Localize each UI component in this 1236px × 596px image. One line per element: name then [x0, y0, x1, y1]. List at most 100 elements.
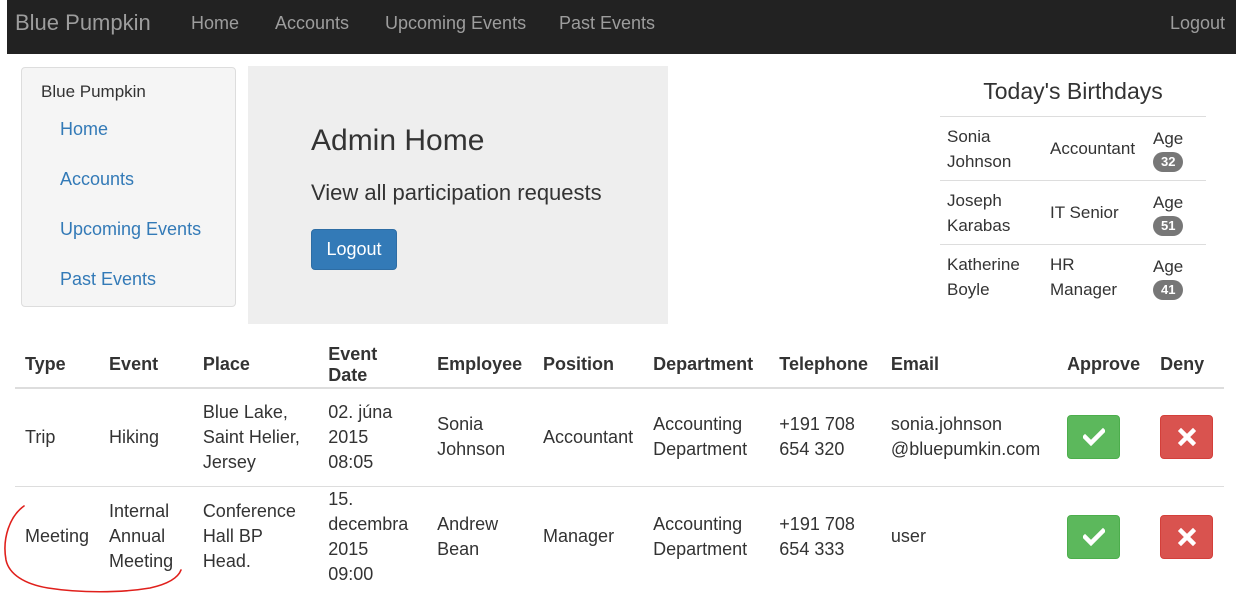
age-label: Age — [1153, 256, 1184, 276]
cell-employee: Andrew Bean — [427, 486, 533, 587]
birthday-position-line: Accountant — [1050, 139, 1136, 158]
birthday-name-line: Johnson — [947, 151, 1012, 171]
sidebar-item-home[interactable]: Home — [60, 119, 108, 140]
age-badge: 32 — [1153, 151, 1184, 172]
cell-line: decembra — [328, 513, 409, 534]
birthday-position-line: IT Senior — [1050, 203, 1119, 222]
cell-approve — [1057, 388, 1151, 487]
cell-line: 2015 08:05 — [328, 426, 374, 472]
age-badge: 51 — [1153, 215, 1184, 236]
check-icon — [1082, 527, 1105, 546]
birthdays-table: Sonia Johnson Accountant Age 32 Joseph Karabas… — [940, 116, 1206, 309]
deny-button[interactable] — [1160, 415, 1214, 460]
page-title: Admin Home — [311, 124, 485, 157]
cell-line: Saint Helier, — [202, 426, 300, 447]
column-header: Event — [99, 342, 193, 389]
cell-line: Jersey — [202, 451, 256, 472]
cell-place: Blue Lake, Saint Helier, Jersey — [192, 388, 319, 487]
cell-email: user — [881, 486, 1057, 587]
age-badge-wrap: 41 — [1153, 279, 1199, 300]
cell-line: Trip — [25, 426, 56, 447]
top-navbar: Blue Pumpkin Home Accounts Upcoming Even… — [7, 0, 1236, 54]
birthday-position: IT Senior — [1043, 180, 1146, 245]
age-badge-wrap: 51 — [1153, 215, 1199, 236]
table-row: Trip Hiking Blue Lake, Saint Helier, Jersey 0… — [15, 388, 1224, 487]
birthday-position: Accountant — [1043, 116, 1146, 181]
sidebar-item-upcoming-events[interactable]: Upcoming Events — [60, 219, 201, 240]
x-icon — [1177, 527, 1196, 546]
cell-telephone: +191 708 654 320 — [769, 388, 881, 487]
cell-deny — [1150, 486, 1224, 587]
cell-line: Sonia — [437, 414, 484, 435]
column-header: Telephone — [769, 342, 881, 389]
birthday-position-line: Manager — [1050, 279, 1118, 299]
birthday-name-line: Karabas — [947, 215, 1011, 235]
nav-home[interactable]: Home — [191, 13, 239, 34]
cell-line: Department — [653, 439, 748, 460]
cell-line: Manager — [543, 526, 615, 546]
cell-line: @bluepumkin.com — [890, 439, 1041, 460]
cell-line: Accounting — [653, 414, 743, 435]
sidebar-item-past-events[interactable]: Past Events — [60, 269, 156, 290]
nav-accounts[interactable]: Accounts — [275, 13, 349, 34]
cell-place: Conference Hall BP Head. — [193, 486, 318, 587]
cell-line: Johnson — [437, 439, 506, 460]
birthday-name: Joseph Karabas — [940, 180, 1043, 245]
cell-telephone: +191 708 654 333 — [769, 486, 881, 587]
cell-line: Accounting — [653, 513, 743, 534]
cell-line: Conference — [202, 501, 296, 521]
cell-position: Accountant — [533, 388, 644, 487]
birthday-name-line: Sonia — [947, 126, 991, 146]
cell-line: Hall BP — [202, 526, 263, 546]
cell-line: Andrew — [437, 513, 499, 534]
cell-line: Blue Lake, — [202, 401, 288, 422]
admin-jumbotron: Admin Home View all participation reques… — [248, 66, 668, 324]
cell-line: Bean — [437, 538, 480, 559]
birthday-name-line: Joseph — [947, 190, 1002, 210]
logout-button[interactable]: Logout — [311, 229, 397, 270]
approve-button[interactable] — [1067, 514, 1121, 559]
birthday-name: Katherine Boyle — [940, 244, 1043, 309]
cell-position: Manager — [533, 486, 643, 587]
cell-employee: Sonia Johnson — [427, 388, 534, 487]
column-header: Type — [15, 342, 100, 389]
nav-past-events[interactable]: Past Events — [559, 13, 655, 34]
age-label: Age — [1153, 192, 1184, 212]
birthday-position-line: HR — [1050, 254, 1075, 274]
cell-event: Hiking — [99, 388, 193, 487]
x-icon — [1177, 428, 1196, 447]
birthday-age: Age 51 — [1146, 180, 1206, 245]
cell-line: 654 320 — [779, 439, 845, 460]
approve-button[interactable] — [1067, 415, 1121, 460]
sidebar: Blue Pumpkin Home Accounts Upcoming Even… — [21, 67, 236, 307]
nav-logout[interactable]: Logout — [1170, 13, 1225, 34]
sidebar-item-accounts[interactable]: Accounts — [60, 169, 134, 190]
birthday-row: Katherine Boyle HR Manager Age 41 — [940, 244, 1206, 309]
column-header: Employee — [427, 342, 534, 389]
navbar-brand[interactable]: Blue Pumpkin — [15, 10, 151, 36]
nav-upcoming-events[interactable]: Upcoming Events — [385, 13, 526, 34]
cell-line: 2015 09:00 — [328, 538, 374, 584]
birthday-position: HR Manager — [1043, 244, 1146, 309]
cell-line: Accountant — [543, 426, 634, 447]
cell-approve — [1057, 486, 1150, 587]
birthday-age: Age 41 — [1146, 244, 1206, 309]
birthday-name-line: Boyle — [947, 279, 990, 299]
cell-date: 02. júna 2015 08:05 — [318, 388, 428, 487]
cell-line: 654 333 — [779, 538, 845, 559]
column-header: Place — [192, 342, 319, 389]
deny-button[interactable] — [1160, 514, 1214, 559]
age-badge: 41 — [1153, 279, 1184, 300]
cell-type: Trip — [15, 388, 100, 487]
cell-line: +191 708 — [779, 513, 855, 534]
sidebar-title: Blue Pumpkin — [41, 82, 146, 101]
cell-deny — [1150, 388, 1224, 487]
birthday-age: Age 32 — [1146, 116, 1206, 181]
cell-line: +191 708 — [779, 414, 855, 435]
birthday-row: Joseph Karabas IT Senior Age 51 — [940, 180, 1206, 245]
cell-line: 02. júna — [328, 401, 393, 422]
cell-email: sonia.johnson @bluepumkin.com — [880, 388, 1058, 487]
cell-line: Department — [653, 538, 748, 559]
column-header: Event Date — [318, 342, 428, 389]
column-header: Deny — [1150, 342, 1224, 389]
